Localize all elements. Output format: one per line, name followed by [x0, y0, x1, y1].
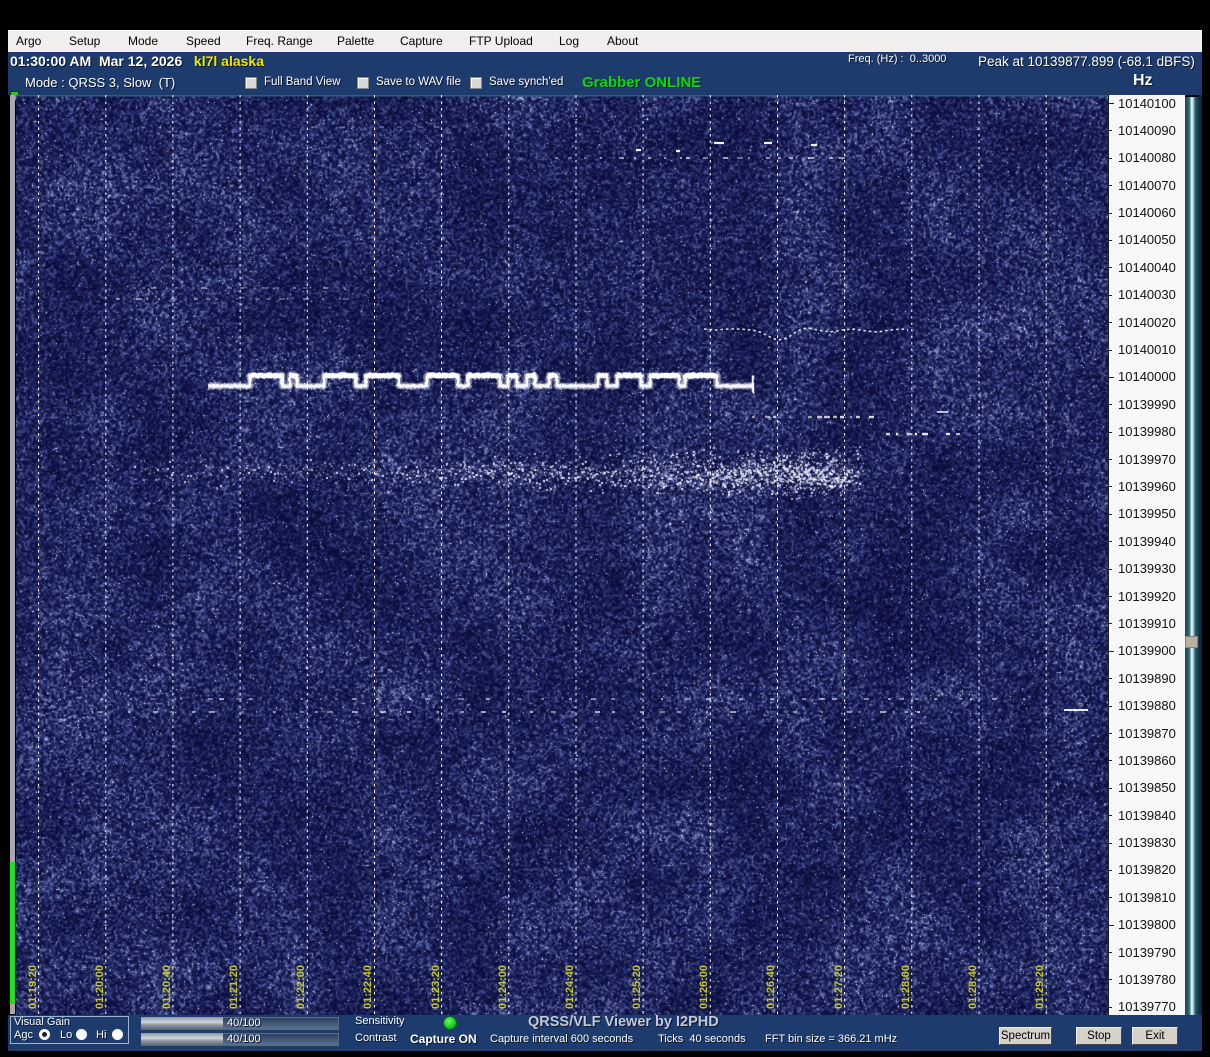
- svg-text:01:20:00: 01:20:00: [94, 965, 106, 1009]
- svg-text:01:24:40: 01:24:40: [564, 965, 576, 1009]
- svg-text:01:26:00: 01:26:00: [698, 965, 710, 1009]
- svg-text:01:26:40: 01:26:40: [765, 965, 777, 1009]
- svg-text:01:20:40: 01:20:40: [161, 965, 173, 1009]
- svg-text:01:25:20: 01:25:20: [631, 965, 643, 1009]
- svg-text:01:23:20: 01:23:20: [430, 965, 442, 1009]
- svg-text:01:24:00: 01:24:00: [497, 965, 509, 1009]
- svg-text:01:27:20: 01:27:20: [833, 965, 845, 1009]
- svg-text:01:29:20: 01:29:20: [1034, 965, 1046, 1009]
- svg-text:01:21:20: 01:21:20: [228, 965, 240, 1009]
- svg-text:01:28:40: 01:28:40: [967, 965, 979, 1009]
- svg-text:01:22:00: 01:22:00: [295, 965, 307, 1009]
- svg-text:01:28:00: 01:28:00: [900, 965, 912, 1009]
- svg-text:01:22:40: 01:22:40: [362, 965, 374, 1009]
- svg-text:01:19:20: 01:19:20: [27, 965, 39, 1009]
